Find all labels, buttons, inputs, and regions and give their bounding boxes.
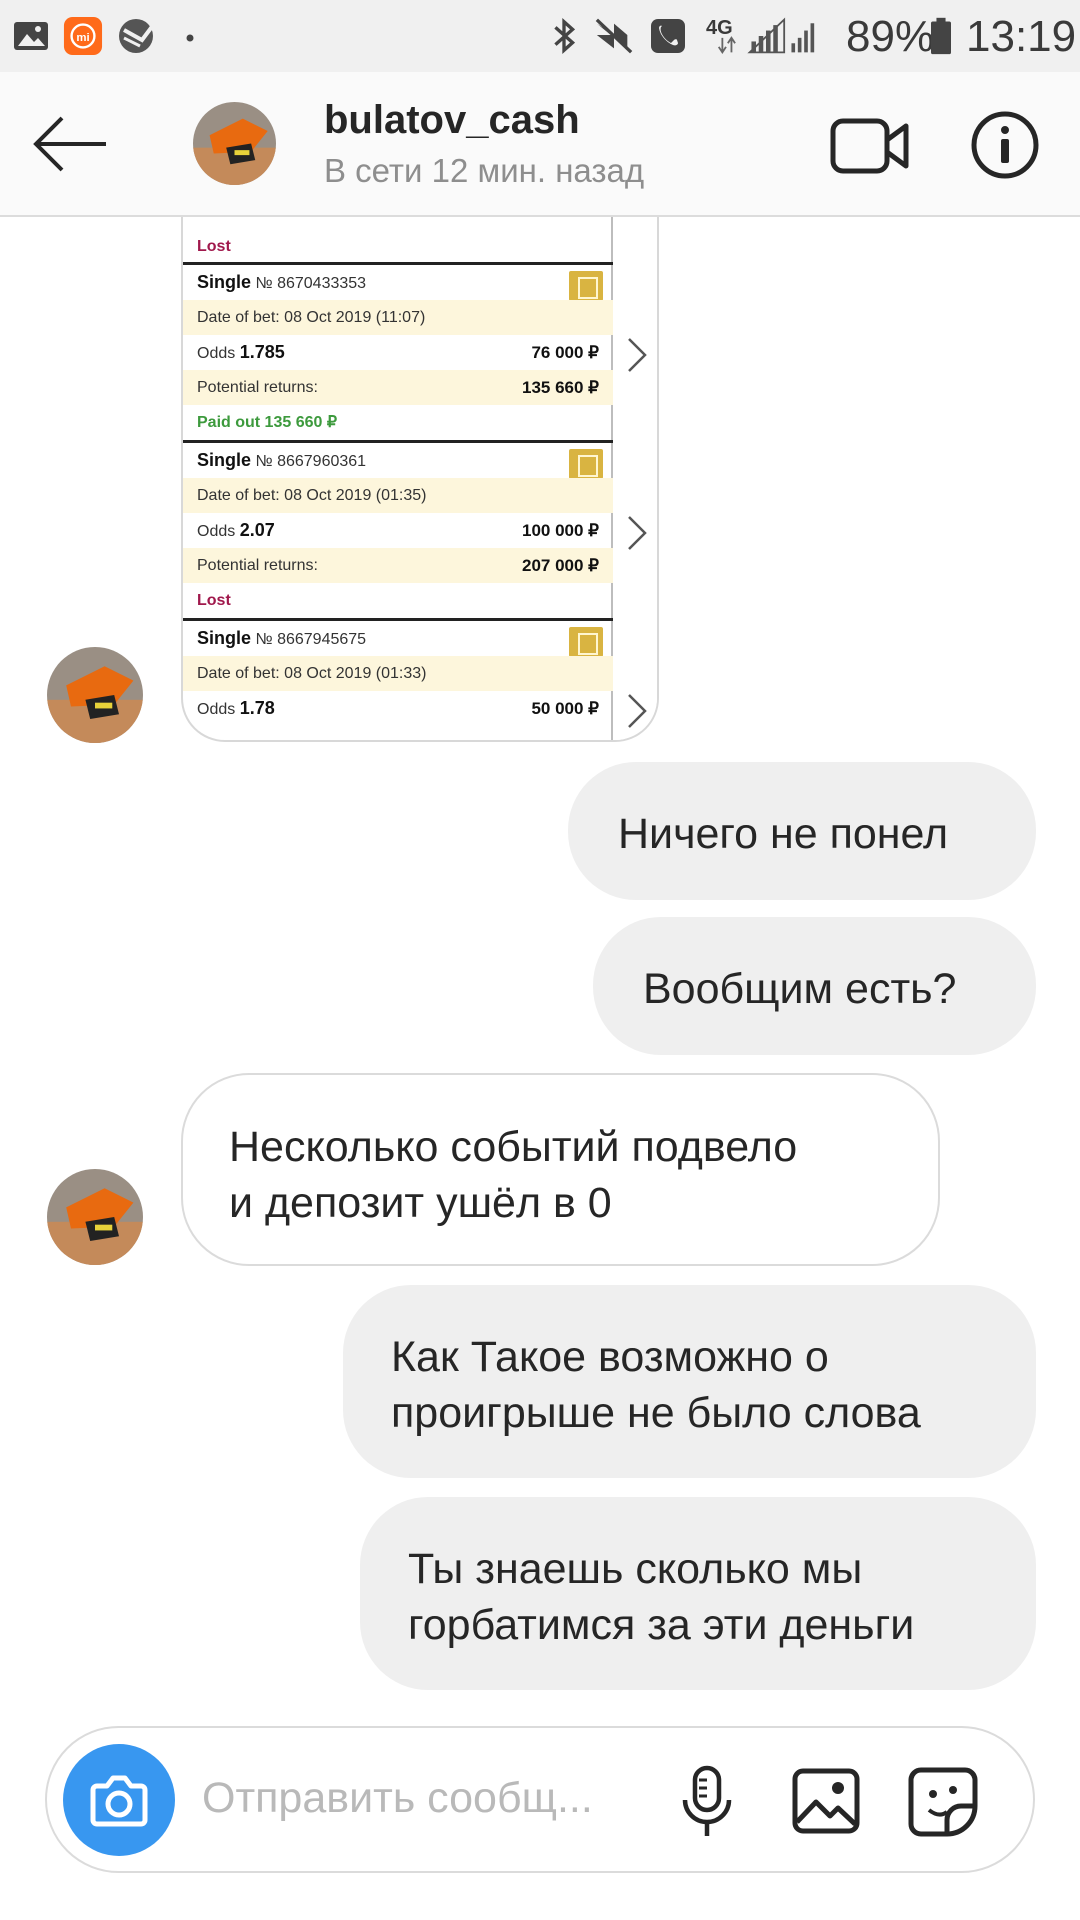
message-input[interactable] [202, 1768, 672, 1828]
stake-value: 50 000 ₽ [531, 699, 599, 718]
mi-icon: mi [63, 16, 103, 56]
message-text: Ты знаешь сколько мы горбатимся за эти д… [408, 1545, 915, 1649]
bet-card: Single № 8667960361 Date of bet: 08 Oct … [183, 440, 613, 616]
message-text: Вообщим есть? [643, 965, 957, 1013]
stake-value: 100 000 ₽ [522, 521, 599, 540]
bet-card: Single № 8670433353 Date of bet: 08 Oct … [183, 262, 613, 438]
message-composer [45, 1726, 1035, 1873]
sticker-icon[interactable] [907, 1766, 979, 1838]
camera-button[interactable] [63, 1744, 175, 1856]
returns-value: 135 660 ₽ [522, 378, 599, 397]
message-bubble-outgoing[interactable]: Вообщим есть? [593, 917, 1036, 1055]
bet-date: Date of bet: 08 Oct 2019 (01:33) [183, 656, 613, 691]
bet-date: Date of bet: 08 Oct 2019 (01:35) [183, 478, 613, 513]
back-arrow-icon[interactable] [30, 112, 110, 176]
bet-card: Single № 8667945675 Date of bet: 08 Oct … [183, 618, 613, 740]
odds-value: 1.78 [239, 698, 275, 718]
message-text: Несколько событий подвело и депозит ушёл… [229, 1123, 798, 1227]
odds-label: Odds [197, 523, 236, 540]
chevron-right-icon [628, 338, 647, 372]
odds-label: Odds [197, 701, 236, 718]
header-avatar[interactable] [193, 102, 276, 185]
odds-value: 2.07 [239, 520, 275, 540]
gallery-icon[interactable] [792, 1768, 860, 1834]
sender-avatar[interactable] [47, 1169, 143, 1265]
camera-icon [90, 1775, 148, 1827]
message-bubble-incoming[interactable]: Несколько событий подвело и депозит ушёл… [181, 1073, 940, 1266]
message-bubble-outgoing[interactable]: Как Такое возможно о проигрыше не было с… [343, 1285, 1036, 1478]
odds-value: 1.785 [239, 342, 285, 362]
bet-screenshot-image[interactable]: Lost Single № 8670433353 Date of bet: 08… [181, 217, 659, 742]
dot-icon [186, 34, 194, 42]
bet-type: Single [197, 628, 252, 648]
chevron-right-icon [628, 694, 647, 728]
chat-header: bulatov_cash В сети 12 мин. назад [0, 72, 1080, 217]
bet-status: Lost [197, 592, 231, 609]
online-status: В сети 12 мин. назад [324, 152, 645, 189]
bluetooth-icon [554, 18, 576, 54]
bet-number: № 8667960361 [255, 453, 367, 470]
bet-number: № 8667945675 [255, 631, 367, 648]
message-text: Ничего не понел [618, 810, 949, 858]
bet-status: Lost [197, 238, 231, 255]
info-icon[interactable] [970, 110, 1040, 180]
svg-text:mi: mi [76, 32, 89, 44]
battery-percent: 89% [846, 12, 935, 61]
stake-value: 76 000 ₽ [531, 343, 599, 362]
video-call-icon[interactable] [830, 116, 910, 176]
returns-label: Potential returns: [197, 379, 318, 396]
bet-number: № 8670433353 [255, 275, 367, 292]
clock: 13:19 [966, 12, 1077, 61]
bet-badge-icon [569, 271, 603, 301]
gallery-icon [14, 22, 48, 50]
message-bubble-outgoing[interactable]: Ты знаешь сколько мы горбатимся за эти д… [360, 1497, 1036, 1690]
message-bubble-outgoing[interactable]: Ничего не понел [568, 762, 1036, 900]
sber-icon [119, 19, 156, 53]
bet-type: Single [197, 450, 252, 470]
status-bar: mi 4G 89% 13:19 [0, 0, 1080, 72]
bet-type: Single [197, 272, 252, 292]
microphone-icon[interactable] [677, 1764, 737, 1840]
bet-list: Lost Single № 8670433353 Date of bet: 08… [183, 217, 613, 740]
bet-badge-icon [569, 627, 603, 657]
call-icon [651, 19, 685, 53]
chevron-right-icon [628, 516, 647, 550]
signal-icon [717, 17, 815, 55]
returns-value: 207 000 ₽ [522, 556, 599, 575]
bet-status: Paid out 135 660 ₽ [197, 414, 338, 431]
odds-label: Odds [197, 345, 236, 362]
vibrate-icon [595, 18, 633, 54]
sender-avatar[interactable] [47, 647, 143, 743]
chat-username[interactable]: bulatov_cash [324, 98, 580, 143]
bet-badge-icon [569, 449, 603, 479]
message-text: Как Такое возможно о проигрыше не было с… [391, 1333, 921, 1437]
bet-date: Date of bet: 08 Oct 2019 (11:07) [183, 300, 613, 335]
battery-icon [931, 17, 951, 55]
returns-label: Potential returns: [197, 557, 318, 574]
